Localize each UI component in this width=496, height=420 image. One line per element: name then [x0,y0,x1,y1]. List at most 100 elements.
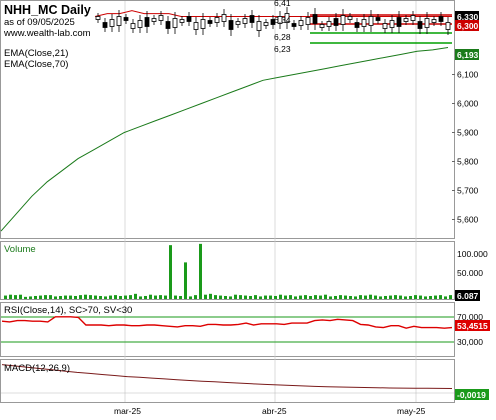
volume-bar [249,295,252,299]
volume-bar [429,295,432,299]
candle-body [179,19,185,23]
volume-bar [204,294,207,299]
macd-badge: -0,0019 [457,390,486,400]
volume-bar [269,295,272,299]
price-tick-label: 5,900 [457,128,479,138]
candle-body [319,24,325,28]
candle-body [424,18,430,28]
candle-body [340,15,346,25]
volume-tick-50k: 50.000 [457,268,483,278]
candle-body [228,20,234,30]
volume-bar [49,295,52,299]
candle-body [396,17,402,27]
volume-bar [74,295,77,299]
volume-bar [89,295,92,299]
candle-body [438,16,444,22]
volume-bar [39,295,42,299]
x-label-abr: abr-25 [262,406,287,416]
volume-bar [244,295,247,299]
price-tick-label: 6,000 [457,99,479,109]
volume-bar [144,295,147,299]
volume-bar [329,296,332,299]
candle-body [375,17,381,21]
candle-body [361,19,367,27]
volume-bar [199,243,202,299]
candle-body [158,15,164,21]
volume-pane-frame [0,241,455,300]
volume-bar [159,295,162,299]
volume-bar [9,294,12,299]
price-tick-label: 5,800 [457,157,479,167]
volume-bar [309,295,312,299]
volume-bar [364,295,367,299]
volume-bar [59,295,62,299]
volume-bar [444,296,447,299]
volume-bar [419,295,422,299]
candle-body [123,17,129,21]
candle-body [200,19,206,29]
volume-bar [189,296,192,299]
candle-body [221,14,227,22]
volume-bar [239,295,242,299]
candle-body [193,22,199,30]
volume-bar [394,295,397,299]
volume-bar [354,296,357,299]
volume-bar [69,295,72,299]
volume-bar [274,295,277,299]
volume-bar [104,296,107,299]
volume-bar [304,295,307,299]
volume-bar [254,295,257,299]
volume-bar [134,293,137,299]
candle-body [172,18,178,28]
volume-bar [379,296,382,299]
volume-bar [64,295,67,299]
volume-bar [174,295,177,299]
candle-body [389,20,395,28]
date-line: as of 09/05/2025 [4,17,75,28]
volume-bar [414,295,417,299]
volume-bar [79,295,82,299]
candle-body [312,14,318,24]
candle-body [354,22,360,28]
volume-bar [324,294,327,299]
candle-body [130,23,136,29]
chart-title: NHH_MC Daily [4,3,91,17]
volume-bar [229,296,232,299]
volume-bar [389,295,392,299]
level-label: 6,34 [274,15,291,25]
volume-bar [224,295,227,299]
volume-bar [449,295,452,299]
volume-bar [4,295,7,299]
candle-body [326,21,332,27]
rsi-label: RSI(Close,14), SC>70, SV<30 [4,305,132,316]
candle-body [102,22,108,28]
volume-bar [334,295,337,299]
candle-body [382,23,388,29]
candle-body [242,18,248,24]
candle-body [151,18,157,22]
candle-body [249,15,255,23]
volume-bar [319,295,322,299]
x-axis: mar-25 abr-25 may-25 [114,406,426,416]
volume-bar [139,296,142,299]
volume-bar [399,295,402,299]
volume-bar [24,296,27,299]
volume-bar [124,295,127,299]
volume-bar [99,295,102,299]
volume-bar [179,295,182,299]
ema21-badge: 6,300 [457,21,479,31]
candle-body [116,16,122,26]
volume-bar [404,296,407,299]
volume-bar [359,295,362,299]
ema70-legend: EMA(Close,70) [4,59,68,70]
level-label: 6,23 [274,44,291,54]
candle-body [137,20,143,28]
candle-body [256,21,262,31]
volume-bar [279,294,282,299]
price-tick-label: 6,100 [457,70,479,80]
website-link[interactable]: www.wealth-lab.com [3,28,91,39]
level-label: 6,28 [274,32,291,42]
volume-bar [344,295,347,299]
x-label-may: may-25 [397,406,426,416]
volume-bar [294,296,297,299]
